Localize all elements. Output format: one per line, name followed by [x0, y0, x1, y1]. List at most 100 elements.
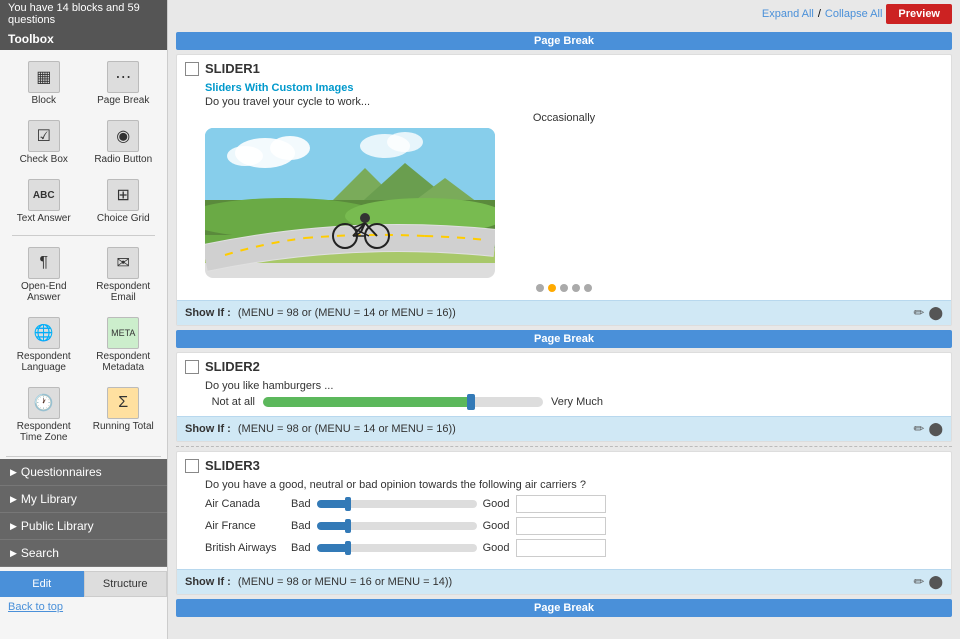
dot-4[interactable]	[572, 284, 580, 292]
good-label-1: Good	[483, 498, 510, 510]
tool-running-total[interactable]: Σ Running Total	[86, 382, 162, 448]
slider3-checkbox[interactable]	[185, 459, 199, 473]
delete-icon-3[interactable]: ⬤	[928, 574, 943, 590]
slider2-checkbox[interactable]	[185, 360, 199, 374]
tool-choice-grid-label: Choice Grid	[97, 213, 150, 224]
respondent-language-icon: 🌐	[28, 317, 60, 349]
slider3-title: SLIDER3	[205, 458, 260, 473]
open-end-answer-icon: ¶	[28, 247, 60, 279]
slider1-dots	[205, 284, 923, 292]
sidebar: You have 14 blocks and 59 questions Tool…	[0, 0, 168, 639]
info-text: You have 14 blocks and 59 questions	[8, 2, 140, 26]
show-if-content-2: Show If : (MENU = 98 or (MENU = 14 or ME…	[185, 423, 456, 435]
page-break-2: Page Break	[176, 330, 952, 348]
thumb-3[interactable]	[345, 541, 351, 555]
dot-2[interactable]	[548, 284, 556, 292]
tool-block-label: Block	[32, 95, 56, 106]
dot-3[interactable]	[560, 284, 568, 292]
track-1[interactable]	[317, 500, 477, 508]
input-1[interactable]	[516, 495, 606, 513]
show-if-label-2: Show If :	[185, 423, 231, 435]
slider2-track[interactable]	[263, 397, 543, 407]
info-bar: You have 14 blocks and 59 questions	[0, 0, 167, 28]
page-break-label-2: Page Break	[534, 333, 594, 345]
bad-label-1: Bad	[291, 498, 311, 510]
tool-text-answer[interactable]: ABC Text Answer	[6, 174, 82, 229]
tool-open-end-answer-label: Open-End Answer	[11, 281, 77, 303]
tool-respondent-email-label: Respondent Email	[91, 281, 157, 303]
nav-public-library[interactable]: ▶ Public Library	[0, 513, 167, 540]
tool-respondent-metadata[interactable]: META Respondent Metadata	[86, 312, 162, 378]
slider2-show-if: Show If : (MENU = 98 or (MENU = 14 or ME…	[177, 416, 951, 441]
expand-all-link[interactable]: Expand All	[762, 8, 814, 20]
tab-edit[interactable]: Edit	[0, 571, 84, 597]
delete-icon-1[interactable]: ⬤	[928, 305, 943, 321]
toolbox-header: Toolbox	[0, 28, 167, 50]
slider3-desc: Do you have a good, neutral or bad opini…	[177, 479, 951, 495]
top-bar: Expand All / Collapse All Preview	[168, 0, 960, 28]
main-content: Expand All / Collapse All Preview Page B…	[168, 0, 960, 639]
check-box-icon: ☑	[28, 120, 60, 152]
preview-button[interactable]: Preview	[886, 4, 952, 24]
input-3[interactable]	[516, 539, 606, 557]
bad-label-3: Bad	[291, 542, 311, 554]
tool-radio-button[interactable]: ◉ Radio Button	[86, 115, 162, 170]
slider2-thumb[interactable]	[467, 394, 475, 410]
dashed-divider	[176, 446, 952, 447]
tool-block[interactable]: ▦ Block	[6, 56, 82, 111]
divider	[12, 235, 155, 236]
show-if-icons-2: ✏ ⬤	[914, 421, 943, 437]
edit-icon-1[interactable]: ✏	[914, 305, 925, 321]
nav-my-library[interactable]: ▶ My Library	[0, 486, 167, 513]
tool-check-box[interactable]: ☑ Check Box	[6, 115, 82, 170]
dot-5[interactable]	[584, 284, 592, 292]
slider2-fill	[263, 397, 473, 407]
page-break-label-bottom: Page Break	[534, 602, 594, 614]
delete-icon-2[interactable]: ⬤	[928, 421, 943, 437]
divider2	[6, 456, 161, 457]
slider3-content: Air Canada Bad Good Air France Bad	[177, 495, 951, 569]
toolbox-title: Toolbox	[8, 32, 54, 46]
back-to-top-text: Back to top	[8, 601, 63, 613]
block-icon: ▦	[28, 61, 60, 93]
nav-search[interactable]: ▶ Search	[0, 540, 167, 567]
input-2[interactable]	[516, 517, 606, 535]
track-2[interactable]	[317, 522, 477, 530]
show-if-label-3: Show If :	[185, 576, 231, 588]
slider2-content: Not at all Very Much	[177, 396, 951, 416]
slider3-row-air-canada: Air Canada Bad Good	[205, 495, 923, 513]
tool-respondent-language[interactable]: 🌐 Respondent Language	[6, 312, 82, 378]
tool-page-break[interactable]: ⋯ Page Break	[86, 56, 162, 111]
fill-3	[317, 544, 349, 552]
nav-questionnaires-label: Questionnaires	[21, 465, 102, 479]
edit-icon-3[interactable]: ✏	[914, 574, 925, 590]
tool-respondent-email[interactable]: ✉ Respondent Email	[86, 242, 162, 308]
slider1-value-label: Occasionally	[205, 112, 923, 124]
slider1-checkbox[interactable]	[185, 62, 199, 76]
tool-respondent-metadata-label: Respondent Metadata	[91, 351, 157, 373]
separator: /	[818, 8, 821, 20]
tab-structure[interactable]: Structure	[84, 571, 168, 597]
slider3-show-if: Show If : (MENU = 98 or MENU = 16 or MEN…	[177, 569, 951, 594]
show-if-icons-1: ✏ ⬤	[914, 305, 943, 321]
show-if-label-1: Show If :	[185, 307, 231, 319]
slider3-row-air-france: Air France Bad Good	[205, 517, 923, 535]
tool-choice-grid[interactable]: ⊞ Choice Grid	[86, 174, 162, 229]
tool-open-end-answer[interactable]: ¶ Open-End Answer	[6, 242, 82, 308]
slider3-row-british-airways: British Airways Bad Good	[205, 539, 923, 557]
dot-1[interactable]	[536, 284, 544, 292]
nav-search-label: Search	[21, 546, 59, 560]
slider1-show-if: Show If : (MENU = 98 or (MENU = 14 or ME…	[177, 300, 951, 325]
edit-icon-2[interactable]: ✏	[914, 421, 925, 437]
thumb-2[interactable]	[345, 519, 351, 533]
cycling-scene-svg	[205, 128, 495, 278]
cycling-image	[205, 128, 495, 278]
text-answer-icon: ABC	[28, 179, 60, 211]
page-break-label: Page Break	[534, 35, 594, 47]
track-3[interactable]	[317, 544, 477, 552]
collapse-all-link[interactable]: Collapse All	[825, 8, 882, 20]
nav-questionnaires[interactable]: ▶ Questionnaires	[0, 459, 167, 486]
tool-respondent-time-zone[interactable]: 🕐 Respondent Time Zone	[6, 382, 82, 448]
back-to-top-link[interactable]: Back to top	[0, 597, 167, 617]
thumb-1[interactable]	[345, 497, 351, 511]
